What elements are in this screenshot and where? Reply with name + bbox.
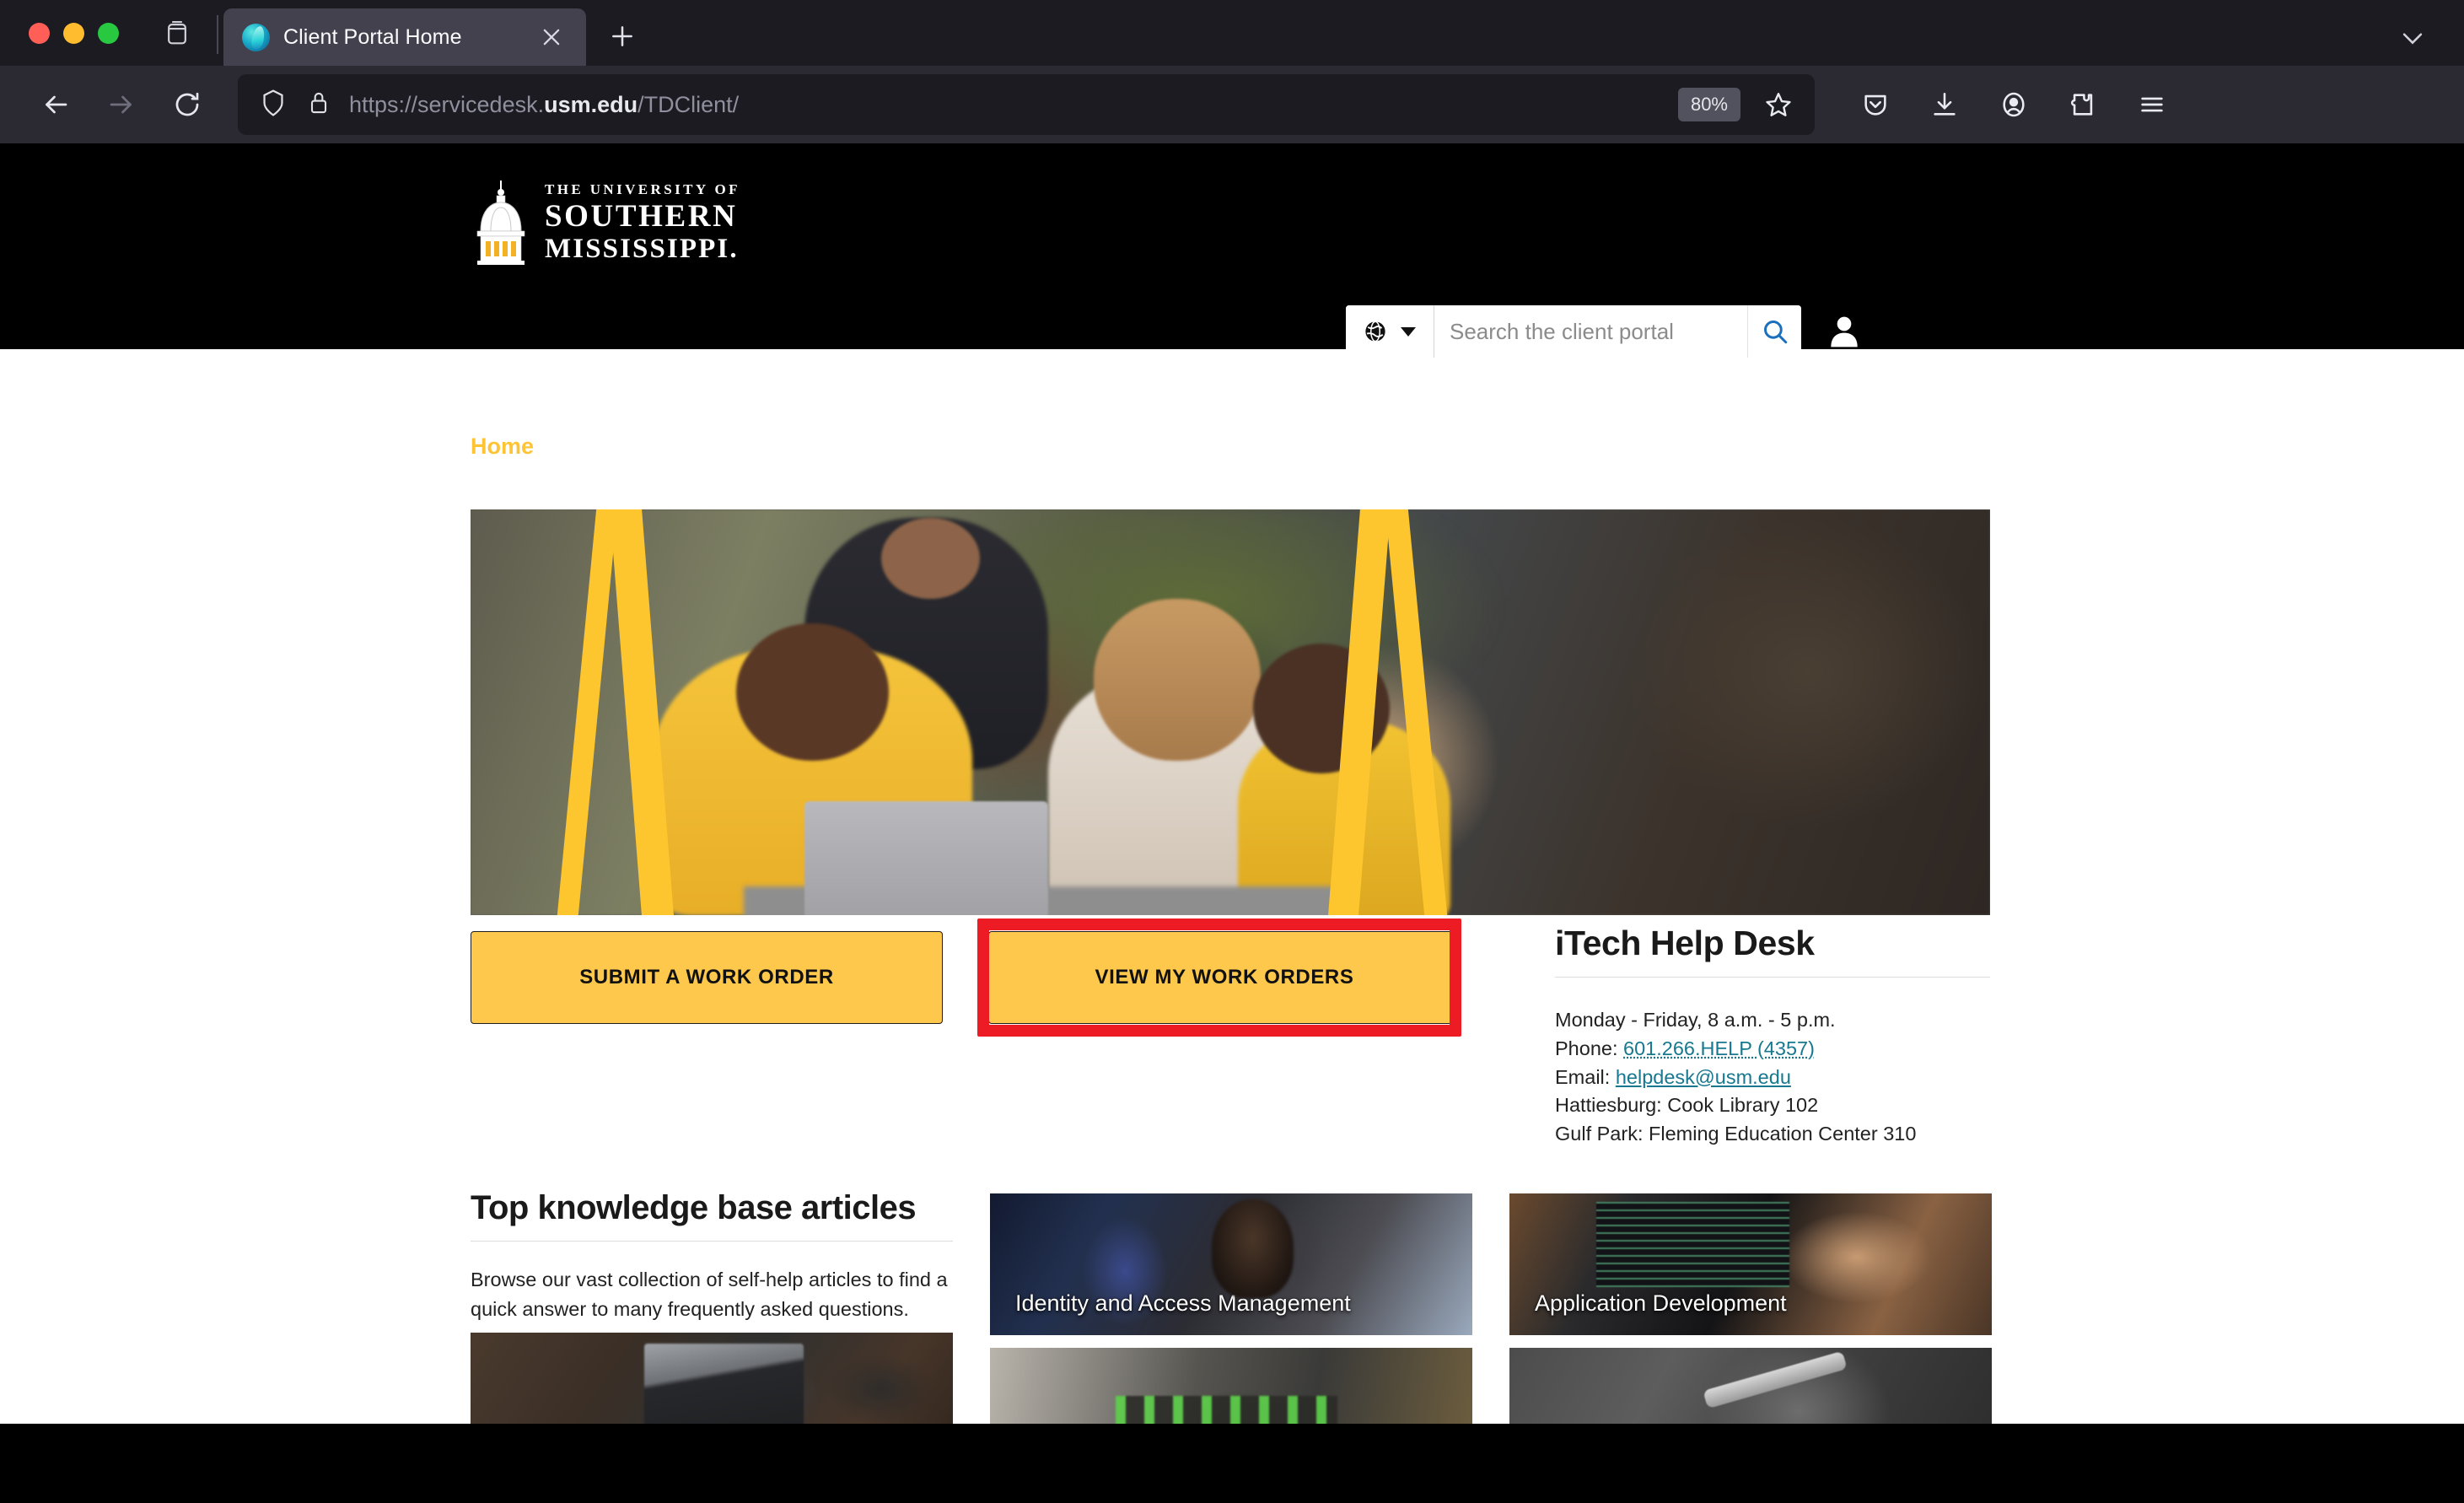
hero-person-standing-head (880, 517, 980, 599)
nav-item-knowledge-base[interactable]: Knowledge Base (813, 434, 1028, 460)
url-text[interactable]: https://servicedesk.usm.edu/TDClient/ (349, 92, 1678, 118)
kb-tile-label: Application Development (1535, 1290, 1787, 1316)
user-icon[interactable] (1825, 310, 1864, 353)
logo-line-2: SOUTHERN (545, 199, 738, 234)
zoom-level-badge[interactable]: 80% (1677, 88, 1740, 121)
nav-item-projects[interactable]: Projects (556, 434, 682, 460)
header-search-zone (1346, 305, 1864, 358)
divider (1555, 977, 1990, 978)
nav-item-reports[interactable]: Reports (1174, 434, 1298, 460)
address-bar[interactable]: https://servicedesk.usm.edu/TDClient/ 80… (238, 74, 1815, 135)
tracking-protection-icon[interactable] (260, 89, 287, 121)
pocket-icon[interactable] (1845, 74, 1906, 135)
divider (471, 1241, 953, 1242)
usm-logo[interactable]: THE UNIVERSITY OF SOUTHERN MISSISSIPPI. (471, 179, 740, 267)
new-tab-icon[interactable] (598, 12, 647, 61)
reload-icon[interactable] (157, 74, 218, 135)
browser-window: Client Portal Home https://servicedesk.u… (0, 0, 2464, 1503)
hero-person-left-head (736, 622, 889, 762)
kb-tile-identity-and-access-management[interactable]: Identity and Access Management (990, 1193, 1472, 1335)
nav-item-home[interactable]: Home (471, 434, 556, 460)
usm-logo-text: THE UNIVERSITY OF SOUTHERN MISSISSIPPI. (545, 182, 740, 263)
back-icon[interactable] (25, 74, 86, 135)
browser-tab[interactable]: Client Portal Home (223, 8, 586, 66)
logo-line-3: MISSISSIPPI. (545, 234, 739, 264)
help-desk-location-gulf-park: Gulf Park: Fleming Education Center 310 (1555, 1123, 1917, 1145)
logo-line-1: THE UNIVERSITY OF (545, 181, 740, 197)
site-footer: Hattiesburg Campus Gulf Park Campus (0, 1424, 2464, 1503)
hero-person-center-head (1093, 598, 1262, 762)
tab-strip: Client Portal Home (0, 0, 2464, 66)
help-desk-email-row: Email: helpdesk@usm.edu (1555, 1064, 1990, 1092)
help-desk-location-hattiesburg: Hattiesburg: Cook Library 102 (1555, 1094, 1819, 1117)
chevron-down-icon[interactable] (2398, 24, 2464, 66)
knowledge-base-intro: Top knowledge base articles Browse our v… (471, 1189, 953, 1325)
phone-label: Phone: (1555, 1037, 1624, 1059)
search-input[interactable] (1434, 305, 1747, 358)
help-desk-phone-row: Phone: 601.266.HELP (4357) (1555, 1035, 1990, 1064)
sidebar-icon[interactable] (151, 7, 203, 59)
submit-work-order-button[interactable]: SUBMIT A WORK ORDER (471, 931, 943, 1024)
tab-favicon-icon (242, 23, 270, 51)
download-icon[interactable] (1914, 74, 1975, 135)
globe-icon (1365, 321, 1385, 342)
knowledge-base-title: Top knowledge base articles (471, 1189, 917, 1226)
site-header: THE UNIVERSITY OF SOUTHERN MISSISSIPPI. (0, 143, 2464, 459)
tab-title: Client Portal Home (283, 24, 462, 49)
close-window-button[interactable] (29, 23, 50, 44)
help-desk-email-link[interactable]: helpdesk@usm.edu (1616, 1066, 1791, 1088)
hero-banner-image (471, 509, 1990, 915)
page-content: THE UNIVERSITY OF SOUTHERN MISSISSIPPI. (0, 143, 2464, 1503)
help-desk-hours: Monday - Friday, 8 a.m. - 5 p.m. (1555, 1009, 1836, 1031)
browser-toolbar: https://servicedesk.usm.edu/TDClient/ 80… (0, 66, 2464, 143)
extensions-icon[interactable] (2052, 74, 2113, 135)
nav-item-questions[interactable]: Questions (1028, 434, 1175, 460)
star-icon[interactable] (1756, 82, 1801, 127)
search-box[interactable] (1346, 305, 1801, 358)
help-desk-panel: iTech Help Desk Monday - Friday, 8 a.m. … (1555, 924, 1990, 1149)
toolbar-right-icons (1838, 74, 2182, 135)
main-navigation: Home Projects Services Knowledge Base Qu… (471, 434, 1298, 460)
view-my-work-orders-button[interactable]: VIEW MY WORK ORDERS (988, 931, 1461, 1024)
dome-icon (471, 179, 531, 267)
maximize-window-button[interactable] (98, 23, 119, 44)
kb-tile-application-development[interactable]: Application Development (1509, 1193, 1992, 1335)
help-desk-phone-link[interactable]: 601.266.HELP (4357) (1623, 1037, 1815, 1059)
tab-divider (217, 15, 218, 54)
email-label: Email: (1555, 1065, 1616, 1088)
close-icon[interactable] (532, 18, 571, 57)
lock-icon[interactable] (307, 89, 331, 121)
knowledge-base-description: Browse our vast collection of self-help … (471, 1269, 948, 1321)
search-icon[interactable] (1747, 305, 1801, 358)
hero-laptop (804, 801, 1048, 915)
nav-item-services[interactable]: Services (682, 434, 814, 460)
search-scope-dropdown[interactable] (1346, 305, 1434, 358)
window-controls (0, 23, 141, 66)
account-icon[interactable] (1983, 74, 2044, 135)
chevron-down-icon (1401, 327, 1416, 337)
forward-icon[interactable] (91, 74, 152, 135)
kb-tile-label: Identity and Access Management (1015, 1290, 1351, 1316)
help-desk-title: iTech Help Desk (1555, 924, 1815, 962)
hamburger-menu-icon[interactable] (2122, 74, 2182, 135)
minimize-window-button[interactable] (63, 23, 84, 44)
